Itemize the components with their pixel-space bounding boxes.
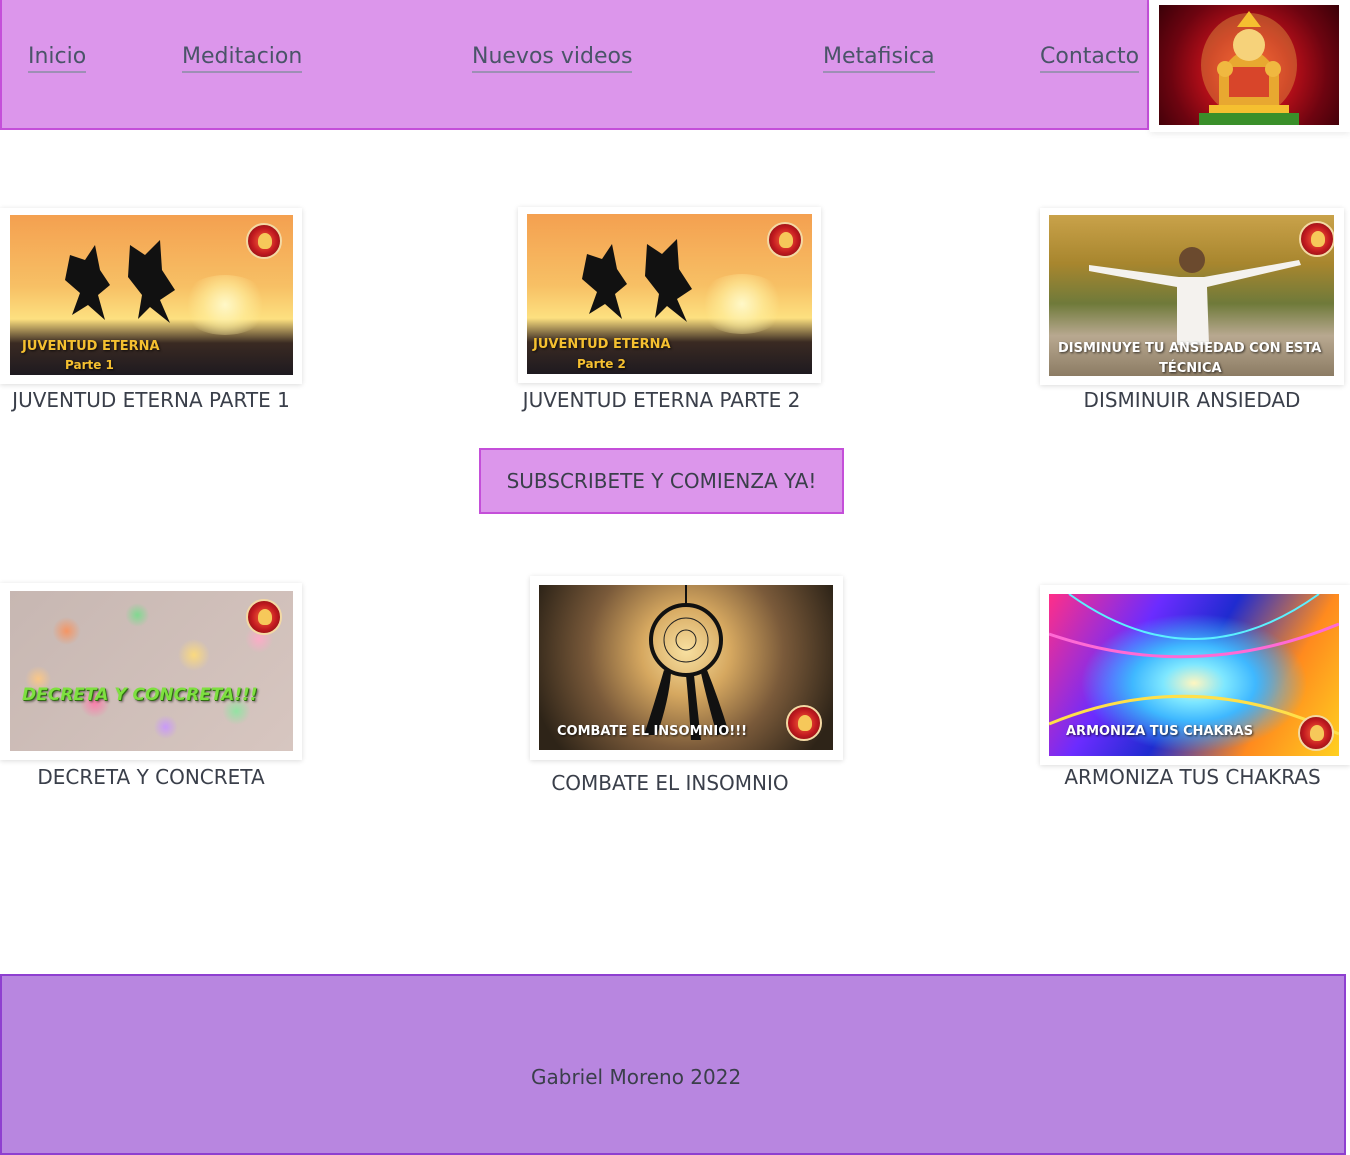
video-thumbnail: DISMINUYE TU ANSIEDAD CON ESTA TÉCNICA [1049, 215, 1334, 376]
thumbnail-title-text: DISMINUYE TU ANSIEDAD CON ESTA [1058, 341, 1322, 356]
thumbnail-subtitle-text: TÉCNICA [1159, 361, 1222, 376]
nav-link-metafisica[interactable]: Metafisica [823, 44, 935, 73]
ganesha-badge-icon [246, 223, 282, 259]
video-thumbnail: DECRETA Y CONCRETA!!! [10, 591, 293, 751]
thumbnail-title-text: JUVENTUD ETERNA [22, 339, 160, 354]
thumbnail-title-text: JUVENTUD ETERNA [533, 337, 671, 352]
video-card-chakras[interactable]: ARMONIZA TUS CHAKRAS [1040, 585, 1350, 765]
footer: Gabriel Moreno 2022 [0, 974, 1346, 1155]
video-caption[interactable]: COMBATE EL INSOMNIO [525, 771, 815, 795]
video-caption[interactable]: ARMONIZA TUS CHAKRAS [1040, 765, 1345, 789]
video-thumbnail: JUVENTUD ETERNA Parte 1 [10, 215, 293, 375]
nav-link-contacto[interactable]: Contacto [1040, 44, 1140, 73]
ganesha-badge-icon [786, 705, 822, 741]
thumbnail-title-text: DECRETA Y CONCRETA!!! [22, 685, 258, 705]
ganesha-badge-icon [246, 599, 282, 635]
ganesha-badge-icon [767, 222, 803, 258]
nav-bar: Inicio Meditacion Nuevos videos Metafisi… [0, 0, 1149, 130]
video-card-insomnio[interactable]: COMBATE EL INSOMNIO!!! [530, 576, 843, 760]
video-card-ansiedad[interactable]: DISMINUYE TU ANSIEDAD CON ESTA TÉCNICA [1040, 208, 1344, 385]
ganesha-logo-icon [1159, 5, 1339, 125]
video-thumbnail: COMBATE EL INSOMNIO!!! [539, 585, 833, 750]
video-caption[interactable]: DISMINUIR ANSIEDAD [1040, 388, 1344, 412]
video-thumbnail: JUVENTUD ETERNA Parte 2 [527, 214, 812, 374]
video-thumbnail: ARMONIZA TUS CHAKRAS [1049, 594, 1339, 756]
footer-copyright: Gabriel Moreno 2022 [531, 1065, 742, 1089]
video-card-decreta[interactable]: DECRETA Y CONCRETA!!! [0, 583, 302, 760]
ganesha-badge-icon [1299, 221, 1334, 257]
nav-link-nuevos-videos[interactable]: Nuevos videos [472, 44, 633, 73]
thumbnail-title-text: ARMONIZA TUS CHAKRAS [1066, 724, 1254, 739]
video-card-juventud-2[interactable]: JUVENTUD ETERNA Parte 2 [518, 207, 821, 383]
subscribe-button[interactable]: SUBSCRIBETE Y COMIENZA YA! [479, 448, 844, 514]
video-caption[interactable]: JUVENTUD ETERNA PARTE 1 [0, 388, 302, 412]
thumbnail-subtitle-text: Parte 1 [65, 358, 114, 372]
thumbnail-title-text: COMBATE EL INSOMNIO!!! [557, 724, 748, 739]
video-card-juventud-1[interactable]: JUVENTUD ETERNA Parte 1 [0, 208, 302, 384]
logo-card[interactable] [1150, 0, 1350, 132]
video-caption[interactable]: JUVENTUD ETERNA PARTE 2 [510, 388, 813, 412]
video-caption[interactable]: DECRETA Y CONCRETA [0, 765, 302, 789]
nav-link-inicio[interactable]: Inicio [28, 44, 87, 73]
ganesha-badge-icon [1298, 715, 1334, 751]
thumbnail-subtitle-text: Parte 2 [577, 357, 626, 371]
nav-link-meditacion[interactable]: Meditacion [182, 44, 303, 73]
